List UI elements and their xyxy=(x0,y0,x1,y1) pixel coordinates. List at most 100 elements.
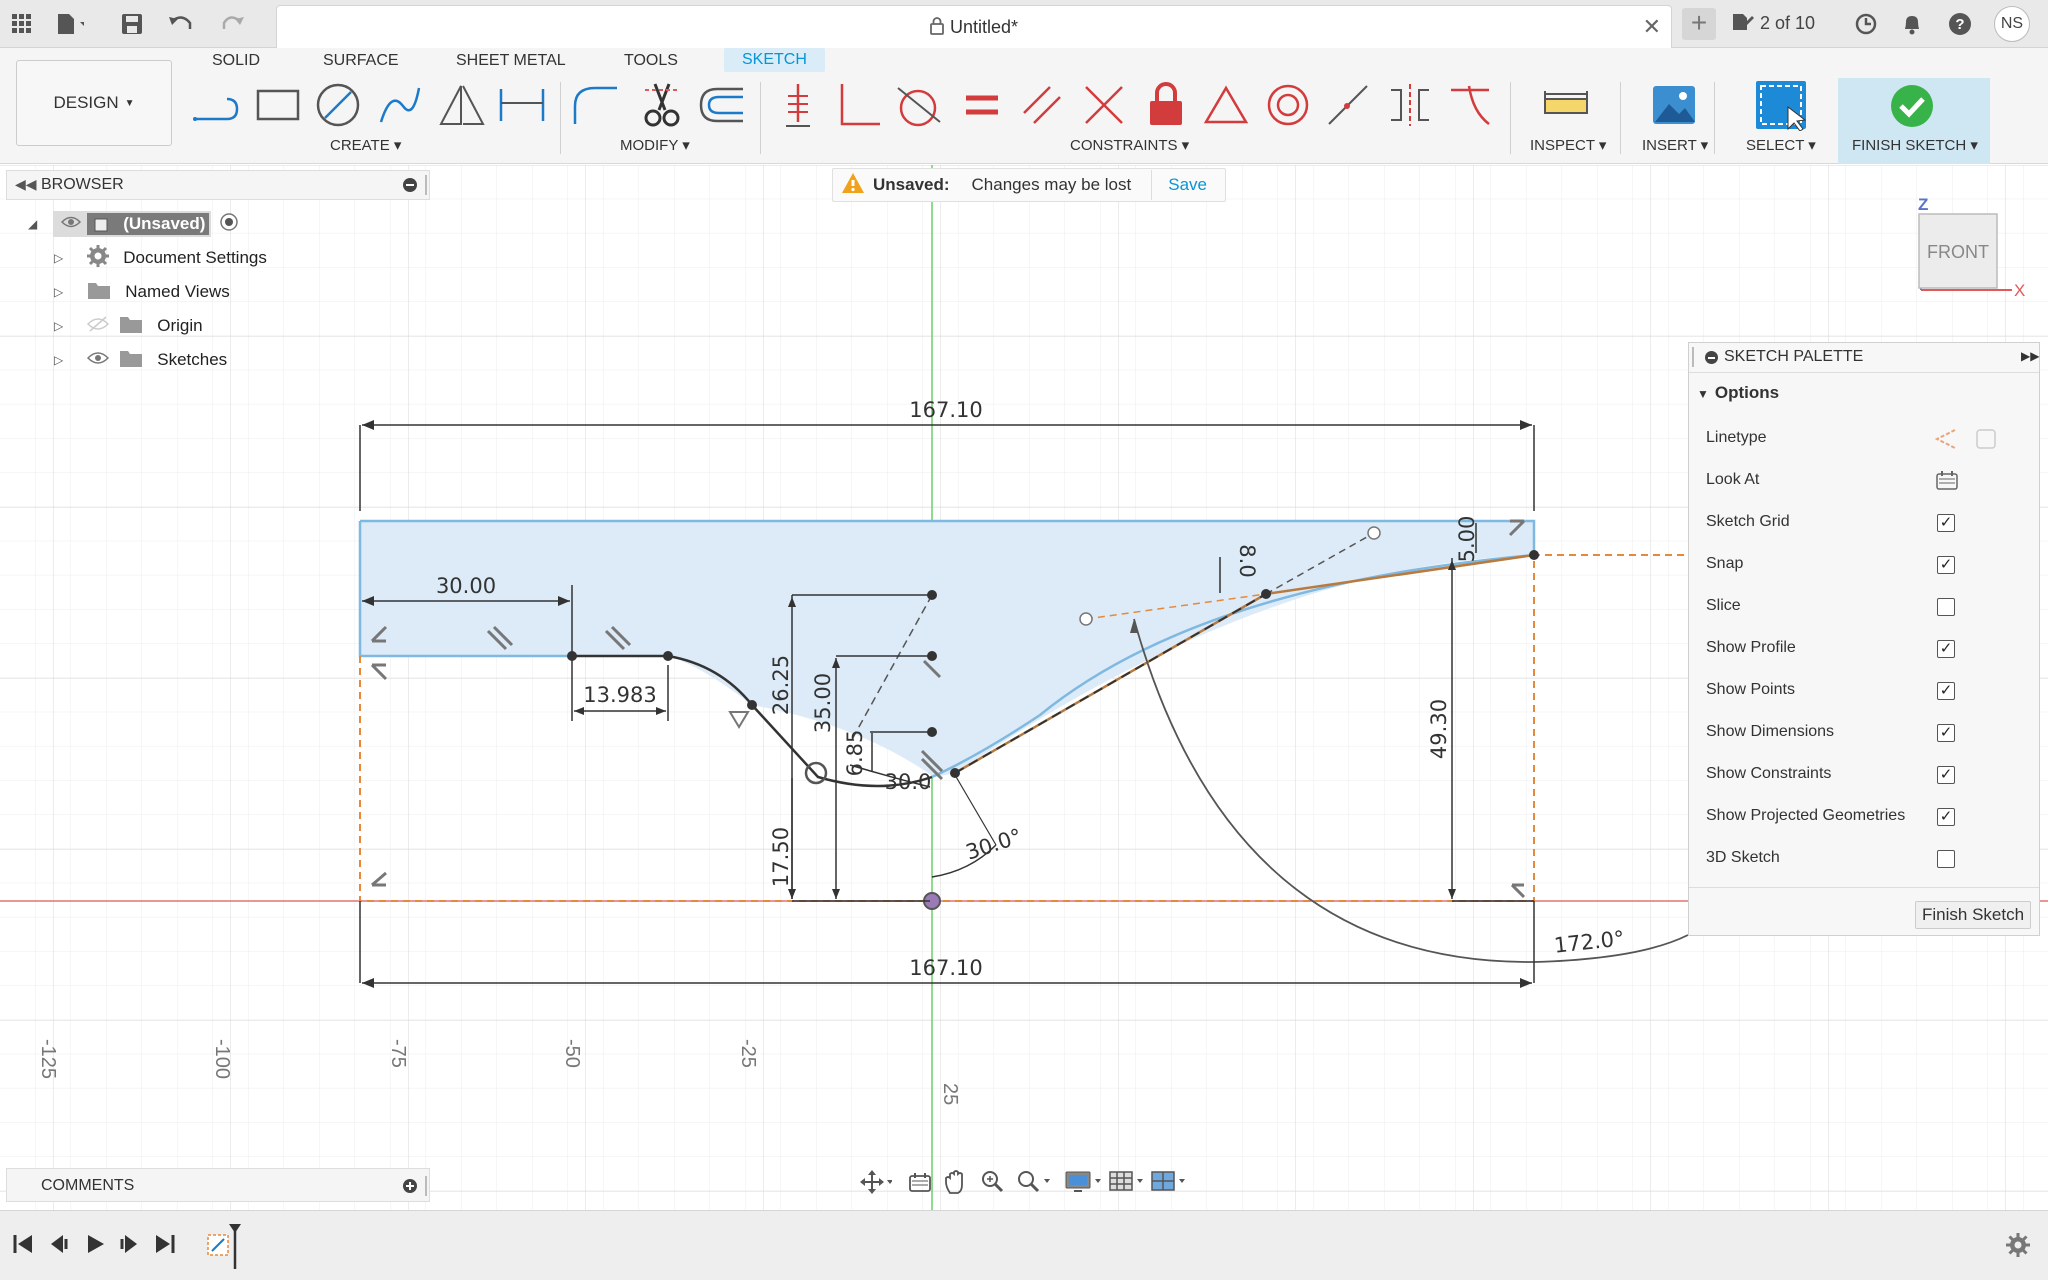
dim-height-49[interactable]: 49.30 xyxy=(1427,699,1451,759)
constraints-menu[interactable]: CONSTRAINTS ▾ xyxy=(1070,136,1189,154)
sketch-grid-checkbox[interactable]: ✓ xyxy=(1937,514,1955,532)
dim-small-h[interactable]: 6.85 xyxy=(843,730,867,777)
orbit-icon[interactable] xyxy=(860,1170,893,1199)
midpoint-constraint-icon[interactable] xyxy=(1200,78,1252,132)
horizontal-vertical-constraint-icon[interactable] xyxy=(1322,78,1374,132)
show-projected-geometries-checkbox[interactable]: ✓ xyxy=(1937,808,1955,826)
sketch-point[interactable] xyxy=(1261,589,1271,599)
new-tab-button[interactable]: + xyxy=(1682,8,1716,40)
dim-right-top[interactable]: 5.00 xyxy=(1455,516,1479,563)
sketch-dimension-tool-icon[interactable] xyxy=(496,78,548,132)
arc-tool-icon[interactable] xyxy=(374,78,426,132)
timeline-marker[interactable] xyxy=(228,1223,242,1274)
expand-triangle-icon[interactable]: ◢ xyxy=(28,217,37,231)
go-to-start-icon[interactable] xyxy=(12,1233,34,1260)
apps-grid-icon[interactable] xyxy=(8,10,36,38)
add-comment-icon[interactable] xyxy=(403,1179,417,1193)
go-to-end-icon[interactable] xyxy=(154,1233,176,1260)
zoom-window-icon[interactable] xyxy=(1016,1169,1052,1198)
workspace-design-button[interactable]: DESIGN ▼ xyxy=(16,60,172,146)
circle-tool-icon[interactable] xyxy=(312,78,364,132)
fix-lock-icon[interactable] xyxy=(1140,78,1192,132)
dim-height-26[interactable]: 26.25 xyxy=(769,655,793,715)
browser-minimize-icon[interactable] xyxy=(403,178,417,192)
trim-scissors-icon[interactable] xyxy=(636,78,688,132)
palette-minimize-icon[interactable] xyxy=(1705,351,1718,364)
inspect-menu[interactable]: INSPECT ▾ xyxy=(1530,136,1606,154)
dim-small-flat[interactable]: 13.983 xyxy=(583,683,656,707)
activate-radio-icon[interactable] xyxy=(219,212,239,237)
tangent-constraint-icon[interactable] xyxy=(892,78,944,132)
undo-icon[interactable] xyxy=(168,10,196,38)
panel-grip[interactable] xyxy=(425,1176,427,1196)
browser-item-origin[interactable]: ▷ Origin xyxy=(54,312,203,340)
expand-triangle-icon[interactable]: ▷ xyxy=(54,285,63,299)
handle-point[interactable] xyxy=(1079,612,1093,626)
sketch-point[interactable] xyxy=(1529,550,1539,560)
show-dimensions-checkbox[interactable]: ✓ xyxy=(1937,724,1955,742)
dim-bottom-width[interactable]: 167.10 xyxy=(909,956,982,980)
file-menu-icon[interactable] xyxy=(56,10,84,38)
view-cube[interactable]: Z X FRONT xyxy=(1916,192,2028,302)
modify-menu[interactable]: MODIFY ▾ xyxy=(620,136,690,154)
eye-hidden-icon[interactable] xyxy=(87,315,110,337)
look-at-icon[interactable] xyxy=(1936,470,1958,495)
browser-item-named-views[interactable]: ▷ Named Views xyxy=(54,278,230,306)
construction-linetype-icon[interactable] xyxy=(1934,428,1957,455)
notifications-bell-icon[interactable] xyxy=(1898,10,1926,38)
handle-point[interactable] xyxy=(1367,526,1381,540)
select-menu[interactable]: SELECT ▾ xyxy=(1746,136,1816,154)
close-tab-icon[interactable]: ✕ xyxy=(1643,14,1661,40)
browser-root-row[interactable]: ◢ (Unsaved) xyxy=(28,210,239,238)
collapse-panel-icon[interactable]: ◀◀ xyxy=(15,176,37,193)
grid-settings-icon[interactable] xyxy=(1108,1169,1146,1198)
browser-item-sketches[interactable]: ▷ Sketches xyxy=(54,346,227,374)
tab-sketch[interactable]: SKETCH xyxy=(724,48,825,72)
expand-triangle-icon[interactable]: ▷ xyxy=(54,251,63,265)
insert-image-icon[interactable] xyxy=(1648,78,1700,132)
slice-checkbox[interactable] xyxy=(1937,598,1955,616)
document-tab[interactable]: Untitled* ✕ xyxy=(276,5,1672,48)
equal-constraint-icon[interactable] xyxy=(956,78,1008,132)
viewports-icon[interactable] xyxy=(1150,1169,1188,1198)
pan-hand-icon[interactable] xyxy=(944,1169,968,1200)
clock-icon[interactable] xyxy=(1852,10,1880,38)
panel-grip[interactable] xyxy=(425,175,427,195)
user-avatar[interactable]: NS xyxy=(1994,6,2030,42)
timeline-settings-gear-icon[interactable] xyxy=(2006,1233,2030,1262)
dim-right-small[interactable]: 8.0 xyxy=(1235,544,1259,577)
offset-tool-icon[interactable] xyxy=(696,78,748,132)
display-settings-icon[interactable] xyxy=(1064,1169,1104,1198)
tab-solid[interactable]: SOLID xyxy=(212,50,260,72)
curvature-constraint-icon[interactable] xyxy=(1444,78,1496,132)
tab-sheet-metal[interactable]: SHEET METAL xyxy=(456,50,566,72)
perpendicular-constraint-icon[interactable] xyxy=(832,78,884,132)
zoom-icon[interactable] xyxy=(980,1169,1004,1198)
expand-triangle-icon[interactable]: ▷ xyxy=(54,353,63,367)
step-back-icon[interactable] xyxy=(48,1233,70,1260)
show-points-checkbox[interactable]: ✓ xyxy=(1937,682,1955,700)
finish-sketch-palette-button[interactable]: Finish Sketch xyxy=(1915,901,2032,929)
insert-menu[interactable]: INSERT ▾ xyxy=(1642,136,1708,154)
dim-angle-left[interactable]: 30.0 xyxy=(885,770,932,794)
step-forward-icon[interactable] xyxy=(118,1233,140,1260)
3d-sketch-checkbox[interactable] xyxy=(1937,850,1955,868)
finish-sketch-button[interactable]: FINISH SKETCH ▾ xyxy=(1838,78,1990,164)
select-window-icon[interactable] xyxy=(1754,78,1806,132)
create-menu[interactable]: CREATE ▾ xyxy=(330,136,401,154)
play-icon[interactable] xyxy=(84,1233,106,1260)
panel-grip[interactable] xyxy=(1692,347,1694,367)
symmetry-constraint-icon[interactable] xyxy=(1384,78,1436,132)
concentric-constraint-icon[interactable] xyxy=(1262,78,1314,132)
sketch-point[interactable] xyxy=(747,700,757,710)
show-profile-checkbox[interactable]: ✓ xyxy=(1937,640,1955,658)
eye-icon[interactable] xyxy=(87,350,110,371)
centerline-linetype-icon[interactable] xyxy=(1975,428,1997,455)
options-section[interactable]: ▼ Options xyxy=(1697,383,1779,403)
snap-checkbox[interactable]: ✓ xyxy=(1937,556,1955,574)
dim-top-width[interactable]: 167.10 xyxy=(909,398,982,422)
help-icon[interactable]: ? xyxy=(1946,10,1974,38)
dim-height-35[interactable]: 35.00 xyxy=(811,673,835,733)
polygon-tool-icon[interactable] xyxy=(436,78,488,132)
sketch-point[interactable] xyxy=(663,651,673,661)
